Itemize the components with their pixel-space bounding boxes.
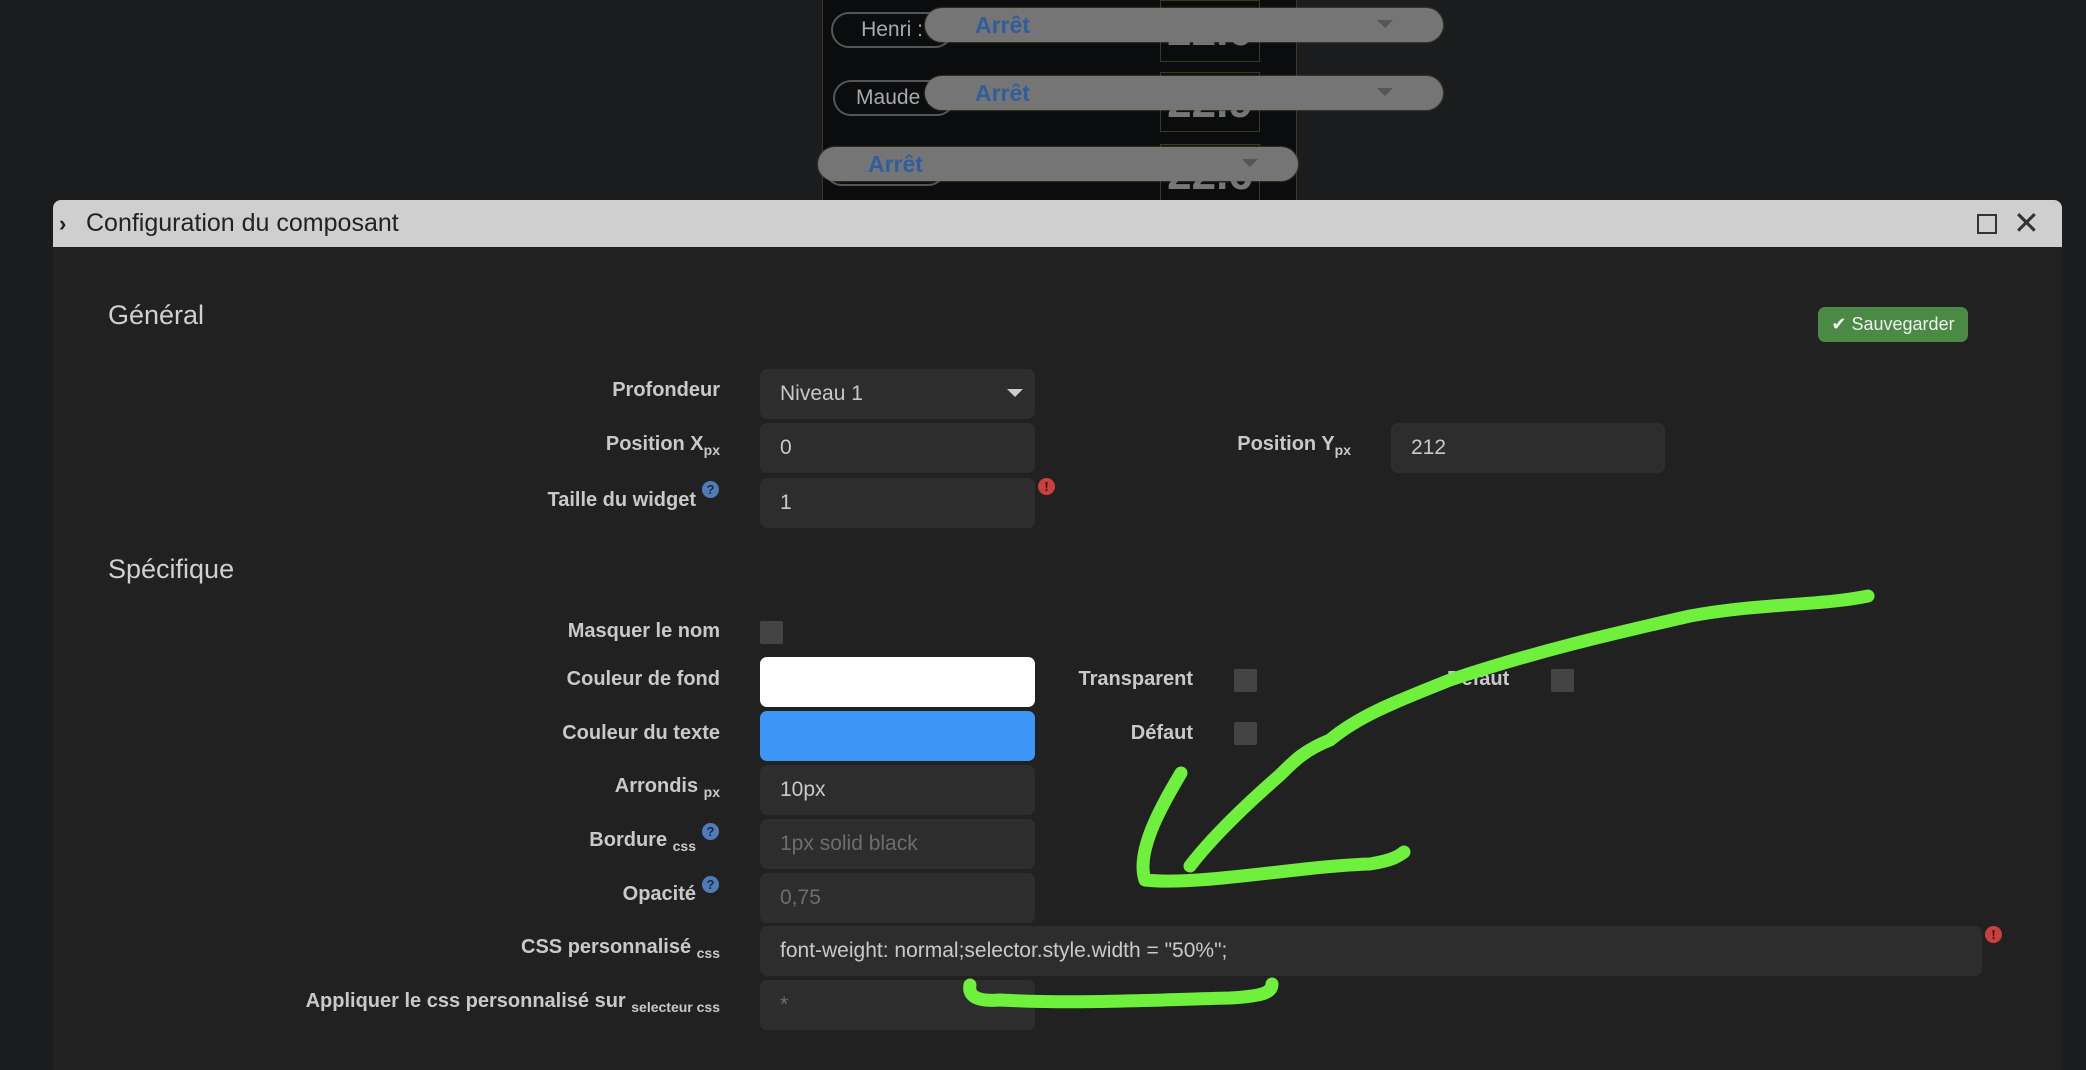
annotation-overlay bbox=[963, 589, 1875, 1009]
annotation-underline-stroke bbox=[963, 977, 1279, 1009]
annotation-arrow-stroke bbox=[1183, 589, 1875, 873]
